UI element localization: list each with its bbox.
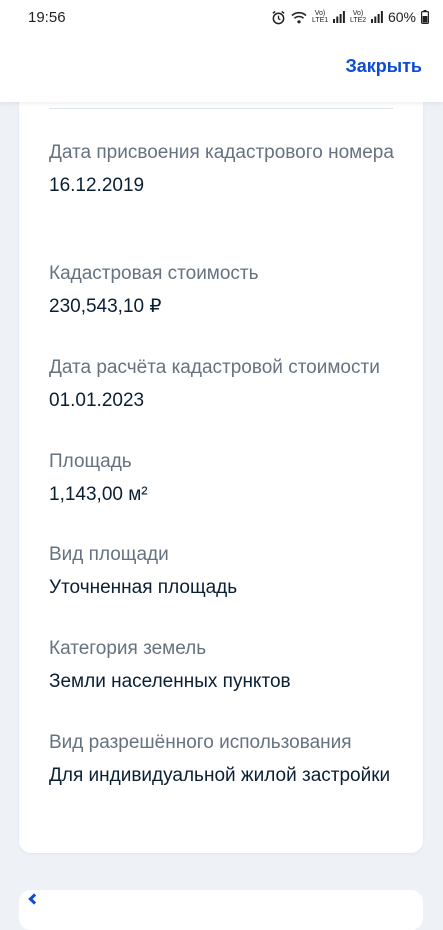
field-label: Дата присвоения кадастрового номера (49, 142, 394, 163)
field-area: Площадь 1,143,00 м² (49, 447, 399, 510)
field-label: Вид разрешённого использования (49, 732, 352, 753)
lte1-label: Vo) LTE1 (311, 10, 329, 24)
field-label: Кадастровая стоимость (49, 263, 259, 284)
field-value: Для индивидуальной жилой застройки (49, 765, 391, 786)
next-section-card[interactable] (19, 890, 423, 930)
lte2-label: Vo) LTE2 (349, 10, 367, 24)
status-time: 19:56 (28, 8, 66, 26)
field-cadastral-value: Кадастровая стоимость 230,543,10 ₽ (49, 259, 399, 322)
field-value: Земли населенных пунктов (49, 671, 291, 692)
field-label: Категория земель (49, 638, 207, 659)
divider (49, 108, 393, 109)
field-label: Дата расчёта кадастровой стоимости (49, 357, 380, 378)
status-bar: 19:56 Vo) LTE1 Vo) LTE2 60% (0, 0, 443, 34)
field-label: Вид площади (49, 544, 169, 565)
field-value: Уточненная площадь (49, 577, 238, 598)
details-card: Дата присвоения кадастрового номера 16.1… (19, 70, 423, 853)
signal-2-icon (370, 11, 383, 23)
field-label: Площадь (49, 451, 132, 472)
battery-icon (421, 10, 429, 24)
field-valuation-date: Дата расчёта кадастровой стоимости 01.01… (49, 353, 399, 416)
signal-1-icon (332, 11, 345, 23)
alarm-icon (271, 10, 286, 25)
status-icons: Vo) LTE1 Vo) LTE2 60% (271, 9, 429, 25)
field-value: 1,143,00 м² (49, 484, 148, 505)
field-land-category: Категория земель Земли населенных пункто… (49, 634, 399, 697)
field-cadastral-number-date: Дата присвоения кадастрового номера 16.1… (49, 138, 399, 201)
field-area-type: Вид площади Уточненная площадь (49, 540, 399, 603)
field-permitted-use: Вид разрешённого использования Для индив… (49, 728, 399, 791)
wifi-icon (291, 11, 307, 24)
field-value: 16.12.2019 (49, 175, 145, 196)
field-value: 230,543,10 ₽ (49, 296, 162, 317)
header: Закрыть (0, 34, 443, 102)
close-button[interactable]: Закрыть (345, 56, 422, 77)
field-value: 01.01.2023 (49, 390, 145, 411)
battery-percent: 60% (387, 9, 416, 25)
